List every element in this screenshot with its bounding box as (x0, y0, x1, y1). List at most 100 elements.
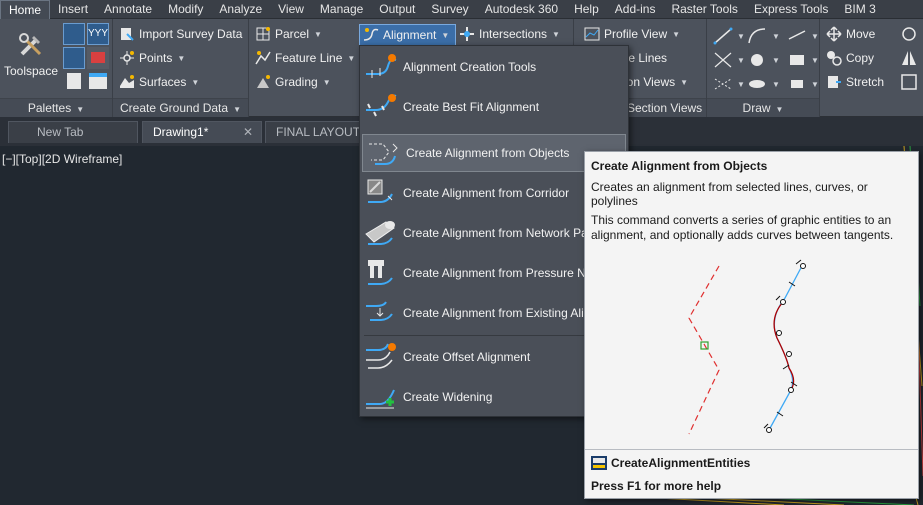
tab-survey[interactable]: Survey (423, 0, 476, 19)
import-survey-label: Import Survey Data (139, 27, 243, 41)
import-survey-data-button[interactable]: Import Survey Data (119, 24, 242, 44)
palettes-panel-title[interactable]: Palettes ▼ (0, 98, 112, 117)
menu-item-create-best-fit-alignment[interactable]: Create Best Fit Alignment (360, 88, 628, 126)
ribbon-tab-bar: Home Insert Annotate Modify Analyze View… (0, 0, 923, 19)
tab-output[interactable]: Output (371, 0, 423, 19)
alignment-from-existing-icon (366, 301, 393, 321)
toolbox-icon[interactable] (87, 47, 109, 69)
chevron-down-icon: ▼ (76, 105, 85, 114)
widening-icon (366, 389, 395, 409)
chevron-down-icon: ▼ (672, 29, 681, 39)
intersections-icon (460, 27, 474, 41)
copy-button[interactable]: Copy (826, 48, 874, 68)
tab-view[interactable]: View (270, 0, 312, 19)
alignment-label: Alignment (383, 28, 437, 42)
create-ground-data-panel-title[interactable]: Create Ground Data ▼ (113, 98, 248, 117)
tab-analyze[interactable]: Analyze (211, 0, 270, 19)
tab-autodesk-360[interactable]: Autodesk 360 (477, 0, 566, 19)
polyline-tool-icon[interactable] (787, 27, 809, 45)
doc-tab-new-tab[interactable]: New Tab (8, 121, 138, 143)
tooltip-command: CreateAlignmentEntities (591, 456, 750, 470)
tab-manage[interactable]: Manage (312, 0, 371, 19)
points-button[interactable]: Points ▼ (119, 48, 185, 68)
close-icon[interactable]: ✕ (243, 125, 253, 139)
autocad-civil3d-window: Home Insert Annotate Modify Analyze View… (0, 0, 923, 505)
section-views-button[interactable]: ion Views ▼ (624, 72, 688, 92)
tab-modify[interactable]: Modify (160, 0, 211, 19)
alignment-from-corridor-icon (367, 179, 393, 203)
toolspace-button[interactable]: Toolspace (2, 25, 60, 83)
chevron-down-icon[interactable]: ▼ (772, 32, 780, 41)
scale-icon[interactable] (900, 73, 918, 91)
alignment-button[interactable]: Alignment ▼ (359, 24, 456, 46)
move-button[interactable]: Move (826, 24, 875, 44)
intersections-button[interactable]: Intersections ▼ (459, 24, 560, 44)
construction-line-icon[interactable] (713, 51, 735, 69)
arc-tool-icon[interactable] (747, 27, 769, 45)
chevron-down-icon[interactable]: ▼ (737, 80, 745, 89)
window-icon[interactable] (89, 73, 107, 89)
hatch-tool-icon[interactable] (713, 75, 735, 93)
rectangle-tool-icon[interactable] (787, 51, 809, 69)
properties-icon[interactable] (67, 73, 81, 89)
tab-annotate[interactable]: Annotate (96, 0, 160, 19)
surfaces-button[interactable]: Surfaces ▼ (119, 72, 199, 92)
ellipse-tool-icon[interactable] (747, 75, 769, 93)
rotate-icon[interactable] (900, 25, 918, 43)
circle-tool-icon[interactable] (747, 51, 769, 69)
chevron-down-icon[interactable]: ▼ (811, 32, 819, 41)
parcel-label: Parcel (275, 27, 310, 41)
tab-insert[interactable]: Insert (50, 0, 96, 19)
move-label: Move (846, 27, 876, 41)
panel-modify: Move Copy Stretch (820, 19, 923, 117)
tab-raster-tools[interactable]: Raster Tools (663, 0, 745, 19)
stretch-button[interactable]: Stretch (826, 72, 884, 92)
import-survey-icon (121, 28, 134, 41)
parcel-icon (256, 27, 270, 41)
feature-line-label: Feature Line (275, 51, 343, 65)
profile-view-button[interactable]: Profile View ▼ (584, 24, 680, 44)
draw-panel-title[interactable]: Draw ▼ (707, 98, 819, 117)
stretch-icon (828, 76, 841, 88)
surfaces-icon (120, 75, 134, 88)
tooltip-body: This command converts a series of graphi… (591, 213, 894, 242)
tab-home[interactable]: Home (0, 0, 51, 19)
tab-bim360[interactable]: BIM 3 (836, 0, 883, 19)
doc-tab-drawing1[interactable]: Drawing1* ✕ (142, 121, 262, 143)
chevron-down-icon[interactable]: ▼ (772, 56, 780, 65)
feature-line-button[interactable]: Feature Line ▼ (255, 48, 355, 68)
menu-item-label: Create Alignment from Existing Alig (403, 306, 591, 320)
alignment-from-objects-icon (369, 143, 398, 165)
menu-item-label: Alignment Creation Tools (403, 60, 537, 74)
best-fit-alignment-icon (366, 94, 397, 117)
prospector-icon[interactable] (63, 23, 85, 45)
chevron-down-icon[interactable]: ▼ (737, 32, 745, 41)
chevron-down-icon: ▼ (680, 77, 689, 87)
chevron-down-icon[interactable]: ▼ (811, 80, 819, 89)
tab-add-ins[interactable]: Add-ins (607, 0, 664, 19)
line-tool-icon[interactable] (713, 27, 735, 45)
chevron-down-icon: ▼ (347, 53, 356, 63)
move-icon (826, 26, 842, 42)
menu-item-label: Create Alignment from Network Pa (403, 226, 588, 240)
profile-view-label: Profile View (604, 27, 668, 41)
alignment-creation-tools-icon (366, 54, 397, 78)
mirror-icon[interactable] (900, 49, 918, 67)
alignment-from-network-icon (365, 221, 395, 245)
tab-express-tools[interactable]: Express Tools (746, 0, 836, 19)
parcel-button[interactable]: Parcel ▼ (255, 24, 322, 44)
menu-item-label: Create Widening (403, 390, 493, 404)
panel-draw: ▼ ▼ ▼ ▼ ▼ ▼ ▼ ▼ ▼ Draw ▼ (707, 19, 820, 117)
chevron-down-icon[interactable]: ▼ (772, 80, 780, 89)
tab-help[interactable]: Help (566, 0, 607, 19)
chevron-down-icon[interactable]: ▼ (811, 56, 819, 65)
viewport-controls[interactable]: [−][Top][2D Wireframe] (2, 152, 122, 166)
chevron-down-icon[interactable]: ▼ (737, 56, 745, 65)
copy-label: Copy (846, 51, 875, 65)
grading-icon (257, 75, 270, 88)
survey-tab-icon[interactable] (63, 47, 85, 69)
settings-tab-icon[interactable]: YYY (87, 23, 109, 45)
spline-tool-icon[interactable] (787, 75, 809, 93)
menu-item-alignment-creation-tools[interactable]: Alignment Creation Tools (360, 48, 628, 86)
grading-button[interactable]: Grading ▼ (255, 72, 331, 92)
